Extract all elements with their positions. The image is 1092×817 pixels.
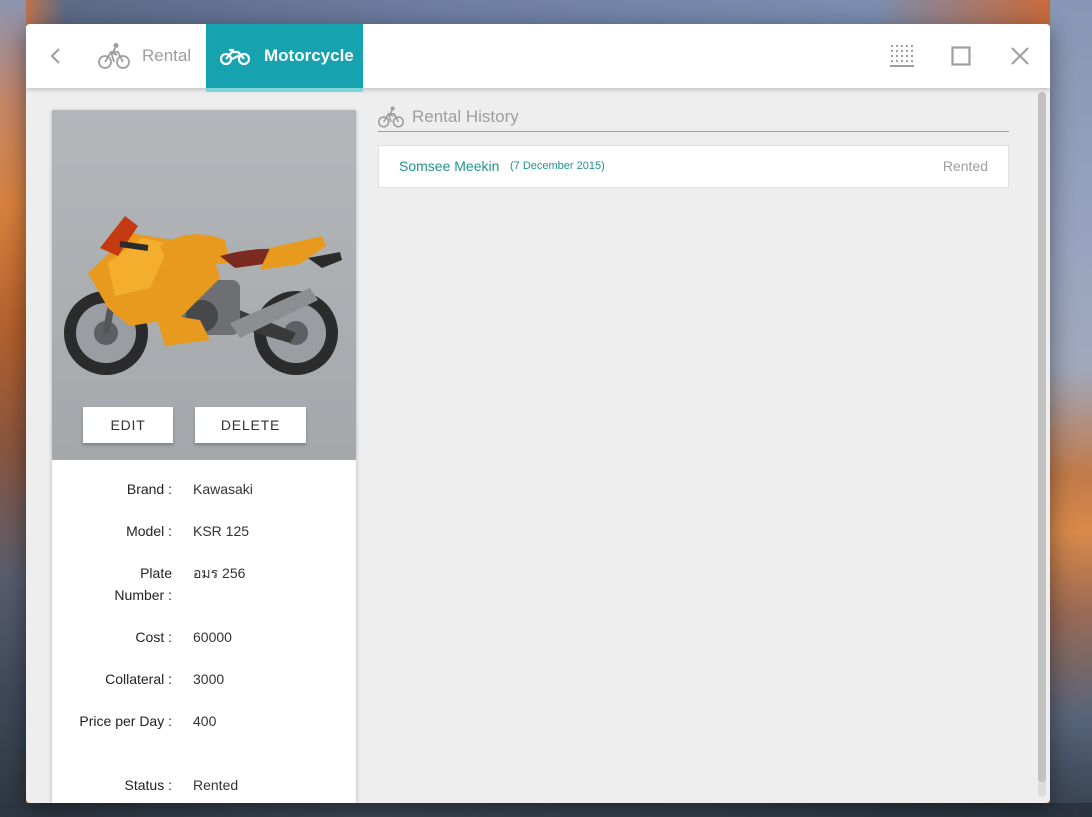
desktop-wallpaper-left — [0, 0, 26, 817]
tab-rental[interactable]: Rental — [98, 24, 206, 88]
close-icon — [1011, 47, 1029, 65]
vehicle-card: EDIT DELETE Brand : Kawasaki Model : KSR… — [52, 110, 356, 803]
model-label: Model : — [126, 523, 172, 539]
edit-button[interactable]: EDIT — [83, 407, 173, 443]
renter-name[interactable]: Somsee Meekin — [399, 158, 499, 174]
delete-button[interactable]: DELETE — [195, 407, 306, 443]
desktop-wallpaper-right — [1050, 0, 1092, 817]
status-value: Rented — [193, 777, 239, 793]
motorcycle-icon — [220, 48, 250, 66]
collateral-value: 3000 — [193, 671, 225, 687]
model-value: KSR 125 — [193, 523, 250, 539]
rental-status: Rented — [942, 158, 988, 174]
bicycle-rider-icon — [98, 43, 130, 69]
cost-label: Cost : — [135, 629, 172, 645]
chevron-left-icon — [50, 48, 60, 64]
status-label: Status : — [124, 777, 172, 793]
tab-motorcycle[interactable]: Motorcycle — [206, 24, 363, 92]
rental-history-title: Rental History — [412, 106, 519, 126]
back-button[interactable] — [44, 40, 68, 72]
scrollbar[interactable] — [1038, 92, 1046, 797]
scrollbar-thumb[interactable] — [1038, 92, 1046, 782]
tab-rental-label: Rental — [142, 46, 192, 65]
top-bar: Rental Motorcycle — [26, 24, 1050, 92]
active-tab-indicator — [206, 88, 363, 92]
maximize-icon — [951, 46, 971, 66]
close-button[interactable] — [1006, 42, 1034, 70]
rental-history-header: Rental History — [378, 102, 1009, 132]
plate-number-label: Plate Number : — [114, 565, 172, 603]
brand-label: Brand : — [126, 481, 172, 497]
grid-icon — [890, 45, 914, 67]
history-list-item[interactable]: Somsee Meekin (7 December 2015) Rented — [378, 145, 1009, 188]
plate-number-value: อมร 256 — [193, 565, 246, 581]
main-content: EDIT DELETE Brand : Kawasaki Model : KSR… — [26, 88, 1050, 803]
rental-date: (7 December 2015) — [510, 160, 605, 172]
price-per-day-value: 400 — [193, 713, 217, 729]
grid-view-button[interactable] — [888, 42, 916, 70]
app-window: Rental Motorcycle EDIT DELETE Brand: Ka… — [26, 24, 1050, 803]
vehicle-image-panel: EDIT DELETE — [52, 110, 356, 460]
maximize-button[interactable] — [947, 42, 975, 70]
cost-value: 60000 — [193, 629, 232, 645]
price-per-day-label: Price per Day : — [79, 713, 172, 729]
collateral-label: Collateral : — [105, 671, 172, 687]
tab-motorcycle-label: Motorcycle — [264, 46, 354, 65]
desktop-wallpaper-bottom — [0, 803, 1092, 817]
motorcycle-image — [64, 216, 342, 375]
brand-value: Kawasaki — [193, 481, 253, 497]
bicycle-rider-icon — [378, 105, 404, 128]
